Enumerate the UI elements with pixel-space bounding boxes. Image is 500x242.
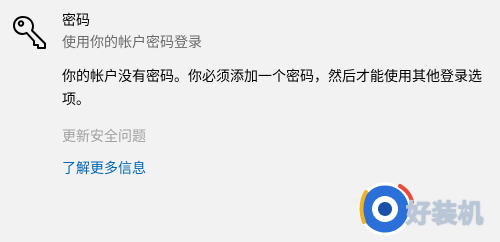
watermark: 好装机: [356, 180, 496, 240]
password-subtitle: 使用你的帐户密码登录: [62, 35, 202, 51]
key-icon: [13, 16, 46, 49]
password-title: 密码: [62, 13, 90, 29]
no-password-message: 你的帐户没有密码。你必须添加一个密码，然后才能使用其他登录选项。: [62, 69, 482, 108]
watermark-text: 好装机: [405, 199, 485, 229]
learn-more-link[interactable]: 了解更多信息: [62, 160, 146, 178]
update-security-questions-link: 更新安全问题: [62, 129, 146, 145]
